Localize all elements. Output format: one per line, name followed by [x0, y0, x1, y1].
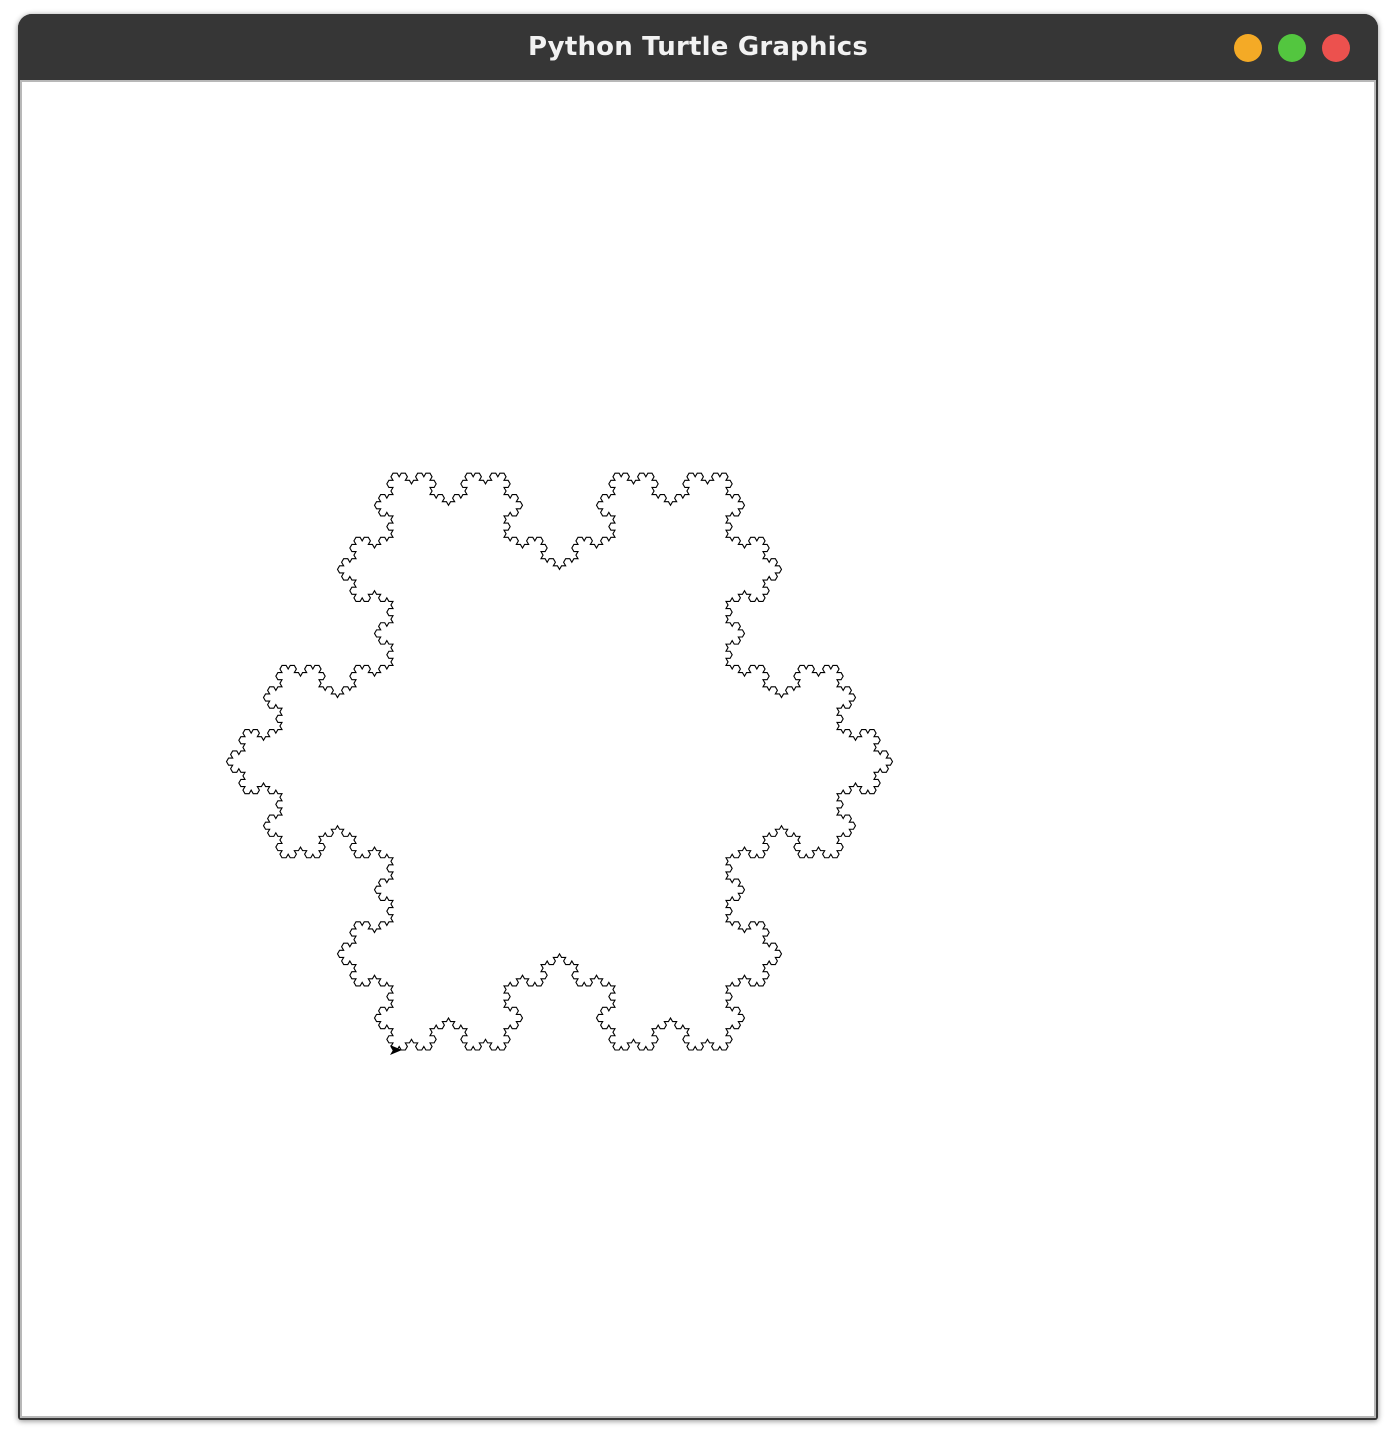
koch-snowflake-path — [225, 472, 894, 1051]
turtle-canvas-svg — [225, 472, 894, 1055]
maximize-button[interactable] — [1278, 34, 1306, 62]
turtle-arrow-icon — [390, 1045, 402, 1055]
minimize-button[interactable] — [1234, 34, 1262, 62]
window-title: Python Turtle Graphics — [527, 32, 869, 62]
close-button[interactable] — [1322, 34, 1350, 62]
title-bar[interactable]: Python Turtle Graphics — [18, 14, 1378, 80]
turtle-window: Python Turtle Graphics — [18, 14, 1378, 1420]
drawing-canvas[interactable] — [22, 82, 1374, 1416]
canvas-frame — [20, 80, 1376, 1418]
